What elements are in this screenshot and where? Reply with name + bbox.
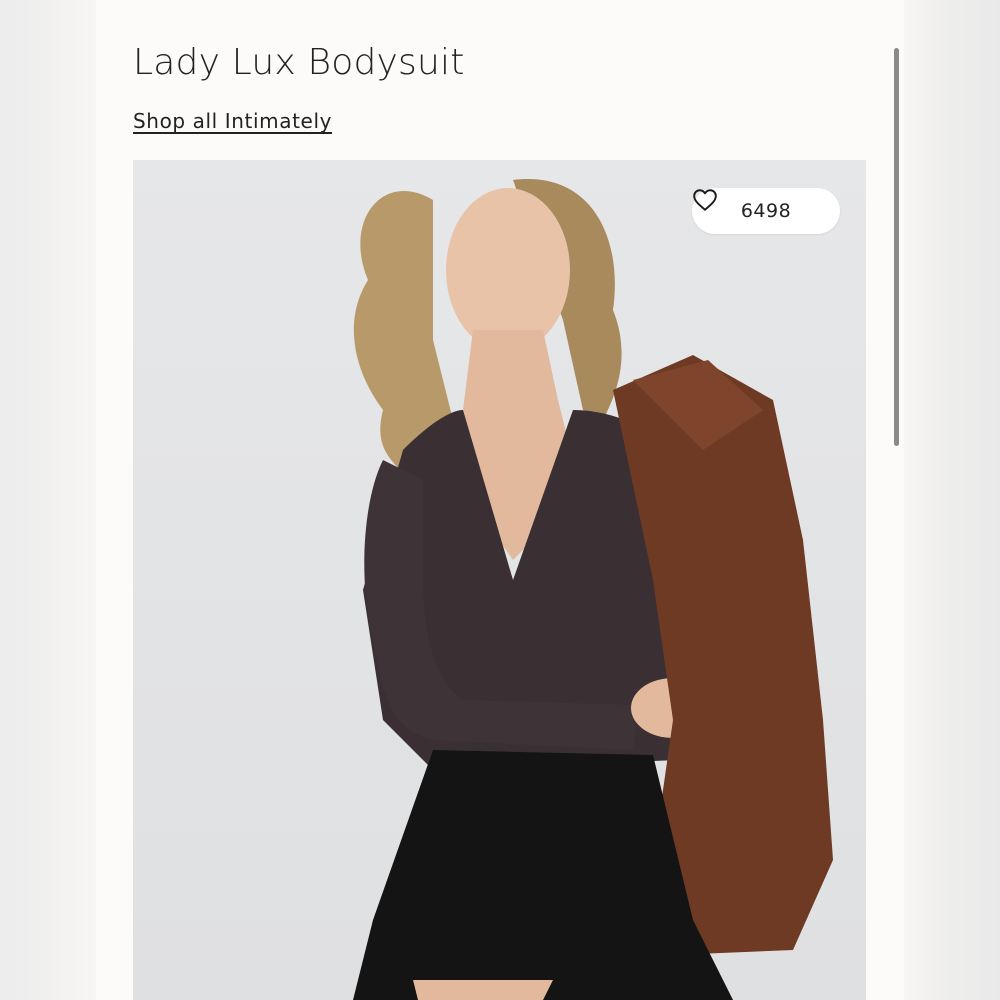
scrollbar[interactable] — [894, 48, 899, 446]
product-page: Lady Lux Bodysuit Shop all Intimately 64… — [96, 0, 904, 1000]
product-title: Lady Lux Bodysuit — [133, 42, 465, 83]
product-photo — [353, 179, 833, 1000]
photo-face — [446, 188, 570, 352]
heart-icon — [693, 189, 717, 211]
background-blur-left — [0, 0, 96, 1000]
shop-all-link[interactable]: Shop all Intimately — [133, 109, 332, 133]
like-button[interactable]: 6498 — [692, 188, 840, 234]
background-blur-right — [904, 0, 1000, 1000]
product-image[interactable]: 6498 — [133, 160, 866, 1000]
photo-legs — [413, 980, 553, 1000]
like-count: 6498 — [740, 200, 792, 222]
